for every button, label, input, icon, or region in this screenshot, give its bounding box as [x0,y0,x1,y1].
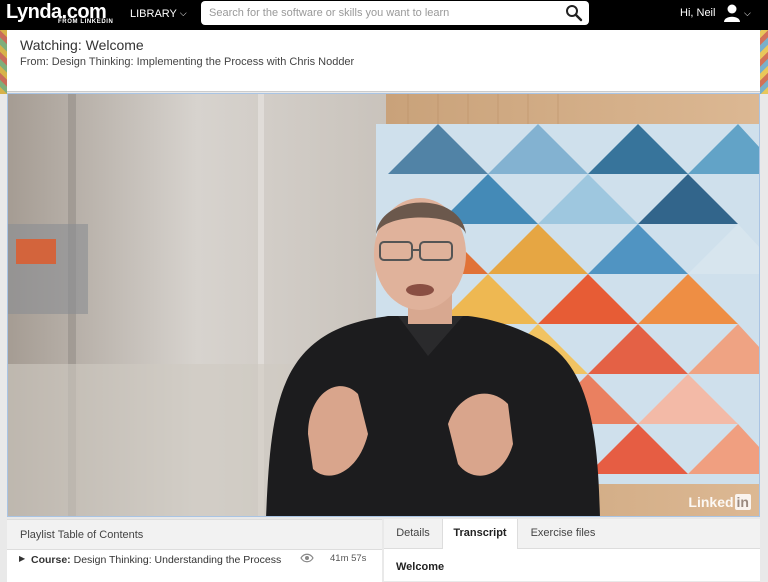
search-placeholder: Search for the software or skills you wa… [209,7,450,19]
tab-exercise-files[interactable]: Exercise files [517,519,609,548]
search-icon[interactable] [565,4,583,22]
toc-course-row[interactable]: ▶ Course: Design Thinking: Understanding… [7,550,382,582]
library-menu-button[interactable]: LIBRARY ⌵ [130,0,187,30]
watching-header: Watching: Welcome From: Design Thinking:… [7,30,760,92]
course-title: Design Thinking: Understanding the Proce… [73,554,282,566]
video-frame [8,94,759,516]
toc-header-label: Playlist Table of Contents [20,529,144,541]
expand-triangle-icon[interactable]: ▶ [19,554,25,563]
top-nav-bar: Lynda.com FROM LINKEDIN LIBRARY ⌵ Search … [0,0,768,30]
library-label: LIBRARY [130,8,177,20]
chevron-down-icon[interactable]: ⌵ [744,0,751,26]
user-avatar-icon[interactable] [723,3,741,23]
logo-subtext: FROM LINKEDIN [58,19,114,25]
tab-transcript[interactable]: Transcript [442,519,518,549]
tab-bar: Details Transcript Exercise files [384,519,760,549]
linkedin-watermark: Linked in [688,494,751,510]
search-input[interactable]: Search for the software or skills you wa… [201,1,589,25]
chevron-down-icon: ⌵ [179,8,187,18]
video-title: Watching: Welcome [20,37,144,53]
course-label: Course: [31,554,71,566]
user-greeting: Hi, Neil [680,7,716,19]
course-entry[interactable]: Course: Design Thinking: Understanding t… [31,553,286,567]
course-duration: 41m 57s [330,553,367,564]
details-tabs-panel: Details Transcript Exercise files Welcom… [384,519,760,581]
eye-icon [300,553,314,563]
decorative-strip [760,30,768,94]
decorative-strip [0,30,7,94]
tab-details[interactable]: Details [384,519,442,548]
playlist-toc-panel: Playlist Table of Contents ▶ Course: Des… [7,519,382,582]
course-source: From: Design Thinking: Implementing the … [20,56,355,68]
transcript-heading[interactable]: Welcome [396,561,444,573]
toc-header: Playlist Table of Contents [7,520,382,550]
video-player[interactable]: Linked in [7,93,760,517]
